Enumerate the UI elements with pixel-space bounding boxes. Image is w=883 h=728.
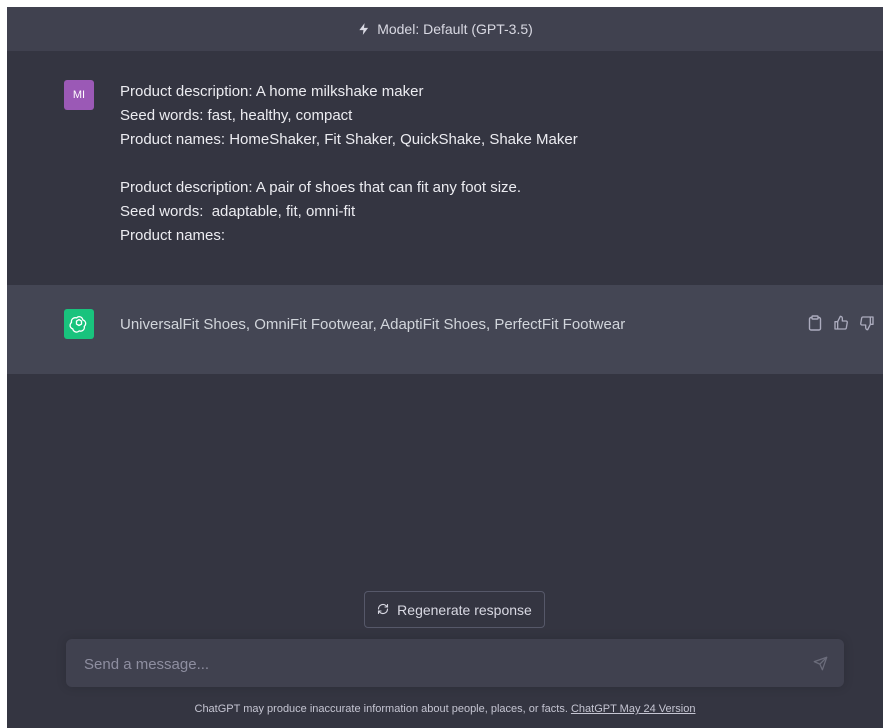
user-message-line: Product names: HomeShaker, Fit Shaker, Q… [120,131,578,148]
user-message-line: Product description: A pair of shoes tha… [120,179,522,196]
assistant-message-text: UniversalFit Shoes, OmniFit Footwear, Ad… [120,316,626,333]
send-icon[interactable] [812,655,828,671]
user-message-line: Product names: [120,227,226,244]
refresh-icon [377,602,389,618]
regenerate-response-button[interactable]: Regenerate response [364,591,545,628]
thumbs-up-icon[interactable] [833,315,849,331]
model-indicator: Model: Default (GPT-3.5) [7,7,883,51]
message-actions [807,315,875,331]
lightning-icon [357,22,371,36]
user-message-line: Seed words: fast, healthy, compact [120,107,353,124]
user-avatar: MI [64,80,94,110]
model-label: Model: Default (GPT-3.5) [377,21,533,37]
footer-disclaimer: ChatGPT may produce inaccurate informati… [7,703,883,715]
user-message-line: Seed words: adaptable, fit, omni-fit [120,203,356,220]
version-link[interactable]: ChatGPT May 24 Version [571,703,696,715]
user-message-line: Product description: A home milkshake ma… [120,83,424,100]
message-input[interactable] [82,639,786,689]
user-message-text: Product description: A home milkshake ma… [120,80,820,248]
copy-icon[interactable] [807,315,823,331]
user-message: MI Product description: A home milkshake… [7,51,883,285]
chat-app: Model: Default (GPT-3.5) MI Product desc… [7,7,883,728]
message-composer [66,639,844,689]
regenerate-label: Regenerate response [397,601,532,618]
user-message-blank-line [120,152,820,176]
assistant-message: UniversalFit Shoes, OmniFit Footwear, Ad… [7,285,883,374]
thumbs-down-icon[interactable] [859,315,875,331]
user-avatar-initials: MI [72,89,86,101]
chatgpt-logo-icon [64,309,94,339]
disclaimer-text: ChatGPT may produce inaccurate informati… [194,703,571,715]
